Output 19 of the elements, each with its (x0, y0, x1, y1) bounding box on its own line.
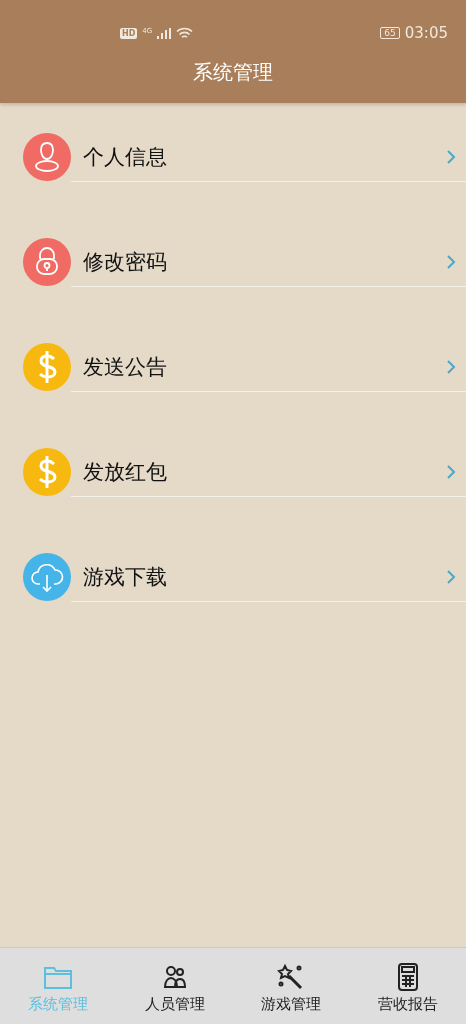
nav-tab[interactable]: 游戏管理 (233, 948, 350, 1024)
menu-item-label[interactable]: 发送公告 (83, 353, 167, 381)
chevron-right-icon[interactable] (446, 464, 456, 480)
menu-item-label[interactable]: 个人信息 (83, 143, 167, 171)
chevron-right-icon[interactable] (446, 569, 456, 585)
chevron-right-icon[interactable] (446, 359, 456, 375)
hd-icon: HD (120, 27, 138, 39)
chevron-right-icon[interactable] (446, 254, 456, 270)
menu-item-label[interactable]: 游戏下载 (83, 563, 167, 591)
battery-icon: 65 (380, 27, 400, 39)
nav-tab[interactable]: 人员管理 (116, 948, 233, 1024)
clock-time: 03:05 (404, 24, 448, 42)
wifi-icon (176, 26, 194, 40)
menu-item-label[interactable]: 修改密码 (83, 248, 167, 276)
chevron-right-icon[interactable] (446, 149, 456, 165)
page-title: 系统管理 (192, 59, 274, 86)
nav-tab[interactable]: 营收报告 (349, 948, 466, 1024)
signal-icon (157, 27, 172, 39)
menu-item-label[interactable]: 发放红包 (83, 458, 167, 486)
